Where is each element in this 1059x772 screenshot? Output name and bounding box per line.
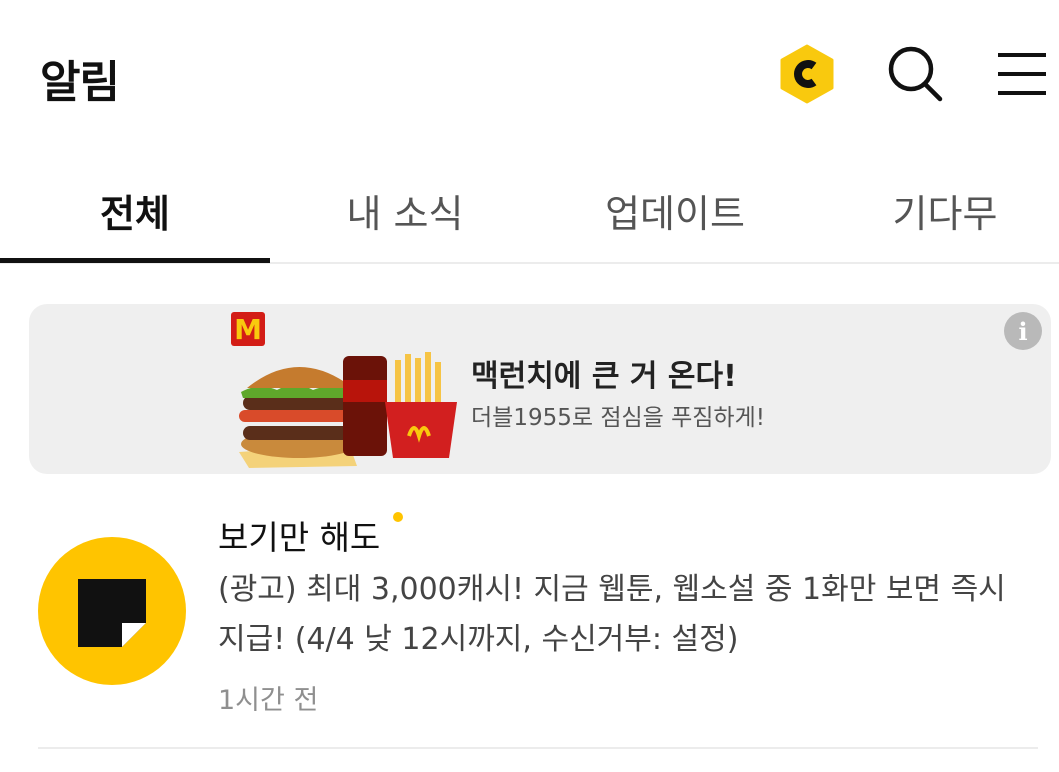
info-icon[interactable]: i [1004, 312, 1042, 350]
menu-icon[interactable] [992, 44, 1052, 104]
notification-item[interactable]: 보기만 해도 (광고) 최대 3,000캐시! 지금 웹툰, 웹소설 중 1화만… [0, 495, 1059, 748]
app-header: 알림 [0, 0, 1059, 150]
notification-time: 1시간 전 [218, 685, 319, 716]
active-tab-indicator [0, 258, 270, 263]
notification-sender: 보기만 해도 [218, 518, 381, 557]
divider [38, 747, 1038, 749]
page-title: 알림 [40, 57, 120, 108]
tab-updates[interactable]: 업데이트 [540, 183, 810, 238]
ad-title: 맥런치에 큰 거 온다! [471, 359, 737, 394]
brand-logo-icon: M [231, 312, 265, 346]
notification-message: (광고) 최대 3,000캐시! 지금 웹툰, 웹소설 중 1화만 보면 즉시 … [218, 572, 1006, 657]
tab-all[interactable]: 전체 [0, 183, 270, 238]
tab-wait-free[interactable]: 기다무 [810, 183, 1059, 238]
unread-dot-icon [393, 512, 403, 522]
coin-c-icon[interactable] [777, 44, 837, 104]
tab-bar: 전체 내 소식 업데이트 기다무 [0, 150, 1059, 264]
burger-meal-image [229, 344, 469, 473]
tab-my-news[interactable]: 내 소식 [270, 183, 540, 238]
ad-banner[interactable]: M 맥런치에 큰 거 온다! 더블1955로 점심을 푸짐하게! i [29, 304, 1051, 474]
avatar [38, 537, 186, 685]
ad-subtitle: 더블1955로 점심을 푸짐하게! [471, 405, 765, 431]
search-icon[interactable] [885, 44, 945, 104]
